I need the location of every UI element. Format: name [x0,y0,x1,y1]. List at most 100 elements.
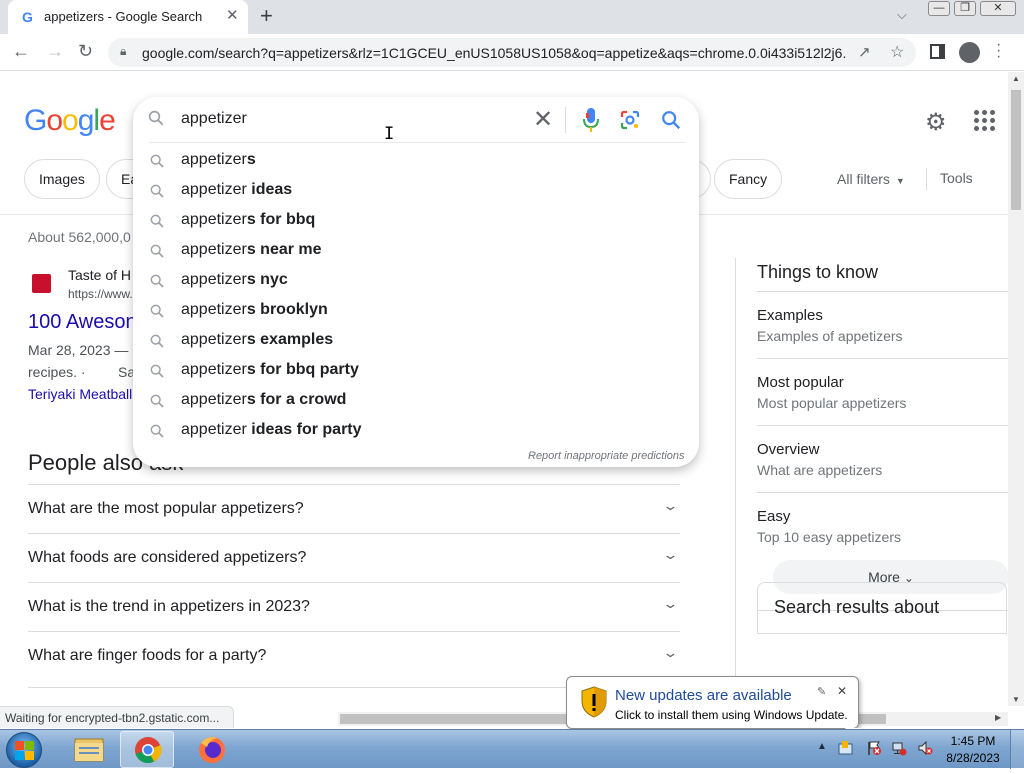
clock-time[interactable]: 1:45 PM [948,734,998,748]
tab-search-chevron-icon[interactable]: ⌵ [897,7,907,23]
tab-close-icon[interactable]: ✕ [226,6,239,24]
reload-icon[interactable]: ↻ [78,41,93,62]
suggestion-completion: ideas [246,181,293,198]
search-icon [149,273,165,294]
search-icon [149,213,165,234]
windows-update-notification[interactable]: New updates are available Click to insta… [566,676,861,740]
all-filters-label: All filters [837,171,890,187]
show-desktop-button[interactable] [1010,730,1024,769]
chip-images[interactable]: Images [24,159,100,199]
bookmark-star-icon[interactable]: ☆ [890,42,904,62]
suggestion-item[interactable]: appetizer ideas for party [133,416,699,446]
suggestion-typed: appetizer [181,151,247,168]
chrome-menu-icon[interactable]: · · · [996,37,1001,65]
vertical-scroll-thumb[interactable] [1011,90,1021,210]
lock-icon[interactable]: 🔒︎ [120,44,126,59]
scroll-up-arrow-icon[interactable]: ▲ [1012,74,1020,83]
close-window-button[interactable]: ✕ [980,1,1016,16]
suggestion-item[interactable]: appetizers for bbq party [133,356,699,386]
back-arrow-icon[interactable]: ← [12,41,30,62]
search-results-about-card[interactable]: Search results about [757,582,1007,634]
search-input[interactable]: appetizer [181,110,247,128]
search-icon [149,423,165,444]
suggestion-text: appetizers nyc [181,271,288,289]
suggestion-item[interactable]: appetizers examples [133,326,699,356]
google-logo[interactable]: Google [24,104,116,138]
windows-update-tray-icon[interactable] [838,740,854,756]
new-tab-button[interactable]: + [260,3,273,29]
things-to-know-item[interactable]: Easy Top 10 easy appetizers [757,492,1009,559]
suggestion-text: appetizers for bbq [181,211,315,229]
restore-button[interactable]: ❐ [954,1,976,16]
profile-avatar-icon[interactable] [959,42,980,63]
all-filters-button[interactable]: All filters ▼ [837,171,905,187]
google-lens-icon[interactable] [620,110,640,130]
browser-toolbar: ← → ↻ 🔒︎ google.com/search?q=appetizers&… [0,34,1024,71]
things-to-know-item[interactable]: Examples Examples of appetizers [757,291,1009,358]
search-icon [149,393,165,414]
tools-button[interactable]: Tools [940,170,973,186]
suggestion-item[interactable]: appetizers near me [133,236,699,266]
settings-gear-icon[interactable]: ⚙ [925,108,947,137]
scroll-down-arrow-icon[interactable]: ▼ [1012,695,1020,704]
result-site-name[interactable]: Taste of H [68,267,131,283]
side-panel-icon[interactable] [930,44,945,59]
microphone-icon[interactable] [583,107,599,133]
suggestion-item[interactable]: appetizers for a crowd [133,386,699,416]
suggestion-item[interactable]: appetizer ideas [133,176,699,206]
caret-down-icon: ▼ [895,176,905,186]
firefox-taskbar-button[interactable] [185,731,239,768]
share-icon[interactable]: ↗ [858,43,871,61]
search-autocomplete-dropdown: appetizer ✕ appetizers appetizer ideas app… [133,97,699,467]
chrome-taskbar-button[interactable] [120,731,174,768]
chrome-icon [135,737,162,764]
things-to-know-item[interactable]: Overview What are appetizers [757,425,1009,492]
chip-fancy[interactable]: Fancy [714,159,783,199]
forward-arrow-icon[interactable]: → [46,41,64,62]
windows-taskbar: ▲ 1:45 PM 8/28/2023 [0,729,1024,769]
suggestion-typed: appetizer [181,241,247,258]
clear-search-icon[interactable]: ✕ [533,105,553,134]
result-title-link[interactable]: 100 Aweson [28,311,137,334]
paa-question[interactable]: What are the most popular appetizers? ⌄ [28,484,680,533]
paa-question-text: What are finger foods for a party? [28,647,267,664]
kp-item-title: Overview [757,441,820,458]
result-sitelink[interactable]: Teriyaki Meatball [28,386,132,402]
paa-question[interactable]: What are finger foods for a party? ⌄ [28,631,680,680]
things-to-know-item[interactable]: Most popular Most popular appetizers [757,358,1009,425]
result-site-url[interactable]: https://www. [68,287,133,301]
filters-divider [926,168,927,190]
explorer-taskbar-button[interactable] [62,731,116,768]
options-wrench-icon[interactable]: ✎ [817,685,826,698]
suggestion-text: appetizer ideas [181,181,292,199]
browser-tab[interactable]: G appetizers - Google Search ✕ [8,0,248,34]
minimize-button[interactable]: — [928,1,950,16]
suggestion-item[interactable]: appetizers brooklyn [133,296,699,326]
report-predictions-link[interactable]: Report inappropriate predictions [528,450,685,462]
paa-question[interactable]: What is the trend in appetizers in 2023?… [28,582,680,631]
suggestion-item[interactable]: appetizers for bbq [133,206,699,236]
google-apps-icon[interactable] [974,110,995,131]
paa-question[interactable]: What foods are considered appetizers? ⌄ [28,533,680,582]
site-favicon-icon[interactable] [32,274,51,293]
suggestion-text: appetizers brooklyn [181,301,328,319]
chevron-down-icon: ⌄ [662,547,679,562]
suggestion-typed: appetizer [181,391,247,408]
network-icon[interactable] [891,740,907,756]
url-text[interactable]: google.com/search?q=appetizers&rlz=1C1GC… [142,45,847,61]
show-hidden-icons-icon[interactable]: ▲ [817,741,827,752]
suggestion-item[interactable]: appetizers nyc [133,266,699,296]
search-box-divider [565,107,566,133]
address-bar[interactable]: 🔒︎ google.com/search?q=appetizers&rlz=1C… [108,38,916,67]
volume-muted-icon[interactable] [917,740,933,756]
start-button[interactable] [6,732,42,768]
scroll-right-arrow-icon[interactable]: ▶ [995,713,1001,722]
close-notification-icon[interactable]: ✕ [837,684,847,698]
suggestion-item[interactable]: appetizers [133,146,699,176]
search-submit-icon[interactable] [660,109,682,131]
firefox-icon [199,737,225,763]
action-center-flag-icon[interactable] [866,740,882,756]
clock-date[interactable]: 8/28/2023 [942,751,1004,765]
suggestion-text: appetizers [181,151,256,169]
vertical-scrollbar[interactable]: ▲ ▼ [1008,72,1024,706]
